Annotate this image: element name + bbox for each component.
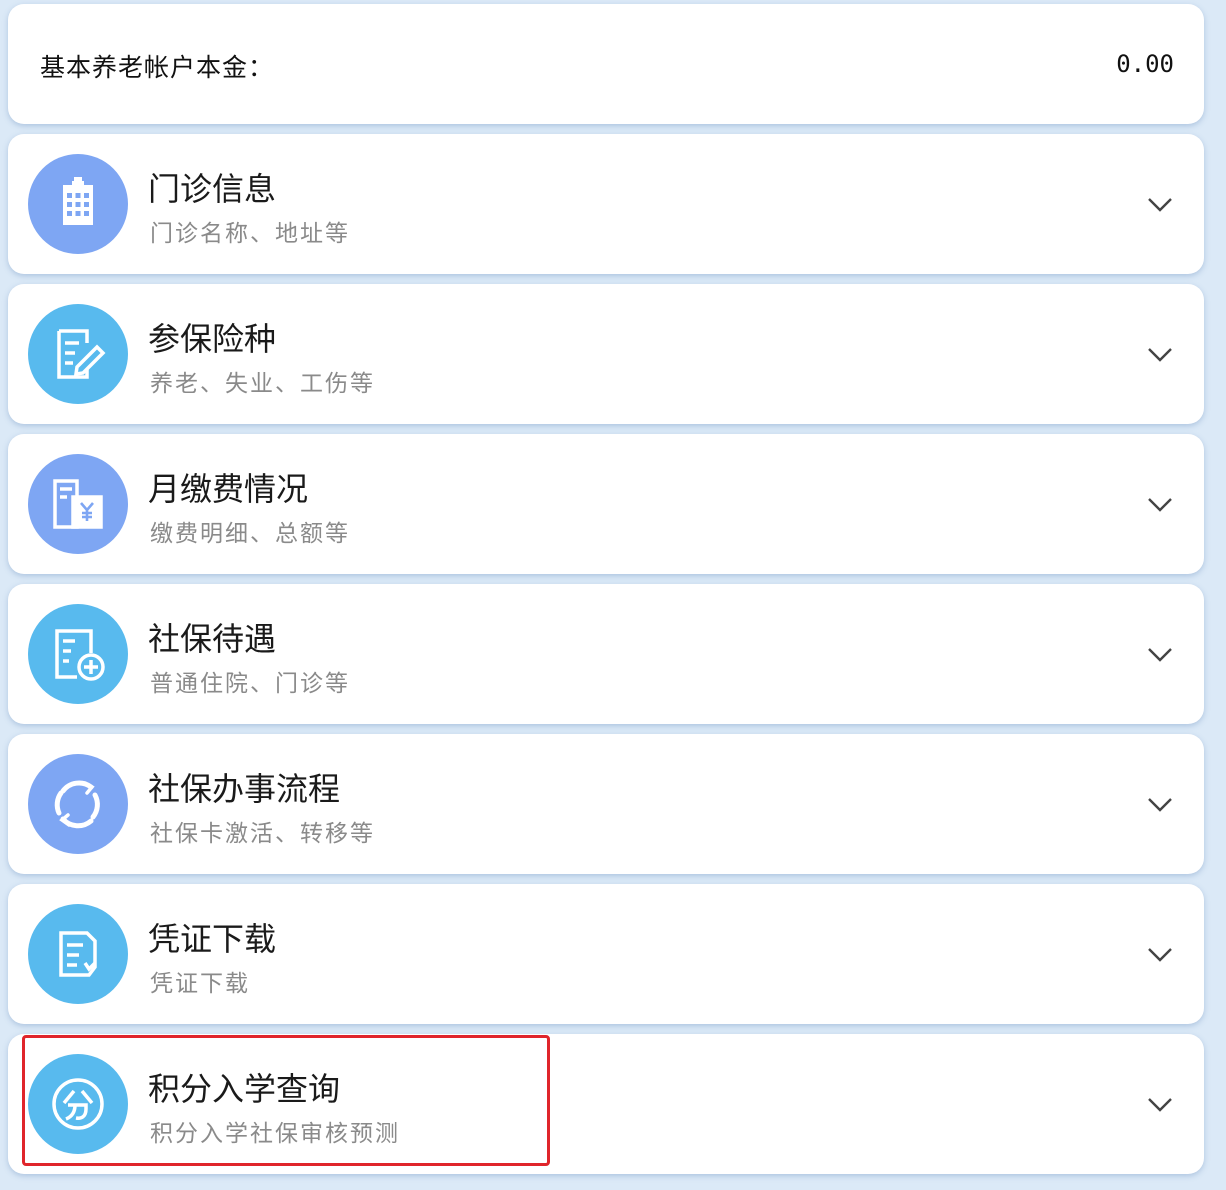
item-subtitle: 缴费明细、总额等 [150, 521, 350, 547]
item-subtitle: 普通住院、门诊等 [150, 671, 350, 697]
item-title: 社保待遇 [148, 620, 277, 658]
item-title: 月缴费情况 [148, 470, 309, 508]
menu-item-clinic-info[interactable]: 门诊信息 门诊名称、地址等 [8, 134, 1204, 274]
hospital-icon [28, 154, 128, 254]
item-subtitle: 积分入学社保审核预测 [150, 1121, 400, 1147]
item-subtitle: 养老、失业、工伤等 [150, 371, 375, 397]
chevron-down-icon[interactable] [1146, 940, 1174, 968]
item-subtitle: 社保卡激活、转移等 [150, 821, 375, 847]
item-subtitle: 凭证下载 [150, 971, 250, 997]
balance-value: 0.00 [1116, 50, 1174, 78]
menu-item-service-process[interactable]: 社保办事流程 社保卡激活、转移等 [8, 734, 1204, 874]
points-icon [28, 1054, 128, 1154]
menu-item-voucher-download[interactable]: 凭证下载 凭证下载 [8, 884, 1204, 1024]
menu-item-points-enrollment[interactable]: 积分入学查询 积分入学社保审核预测 [8, 1034, 1204, 1174]
item-title: 社保办事流程 [148, 770, 341, 808]
chevron-down-icon[interactable] [1146, 340, 1174, 368]
chevron-down-icon[interactable] [1146, 1090, 1174, 1118]
chevron-down-icon[interactable] [1146, 490, 1174, 518]
document-edit-icon [28, 304, 128, 404]
item-title: 凭证下载 [148, 920, 277, 958]
chevron-down-icon[interactable] [1146, 790, 1174, 818]
balance-card: 基本养老帐户本金： 0.00 [8, 4, 1204, 124]
item-title: 参保险种 [148, 320, 277, 358]
item-title: 门诊信息 [148, 170, 277, 208]
benefit-form-icon [28, 604, 128, 704]
menu-item-social-benefits[interactable]: 社保待遇 普通住院、门诊等 [8, 584, 1204, 724]
process-cycle-icon [28, 754, 128, 854]
voucher-icon [28, 904, 128, 1004]
payment-bill-icon [28, 454, 128, 554]
menu-item-monthly-payment[interactable]: 月缴费情况 缴费明细、总额等 [8, 434, 1204, 574]
balance-label: 基本养老帐户本金： [40, 53, 275, 82]
chevron-down-icon[interactable] [1146, 190, 1174, 218]
item-title: 积分入学查询 [148, 1070, 341, 1108]
menu-item-insurance-types[interactable]: 参保险种 养老、失业、工伤等 [8, 284, 1204, 424]
chevron-down-icon[interactable] [1146, 640, 1174, 668]
item-subtitle: 门诊名称、地址等 [150, 221, 350, 247]
